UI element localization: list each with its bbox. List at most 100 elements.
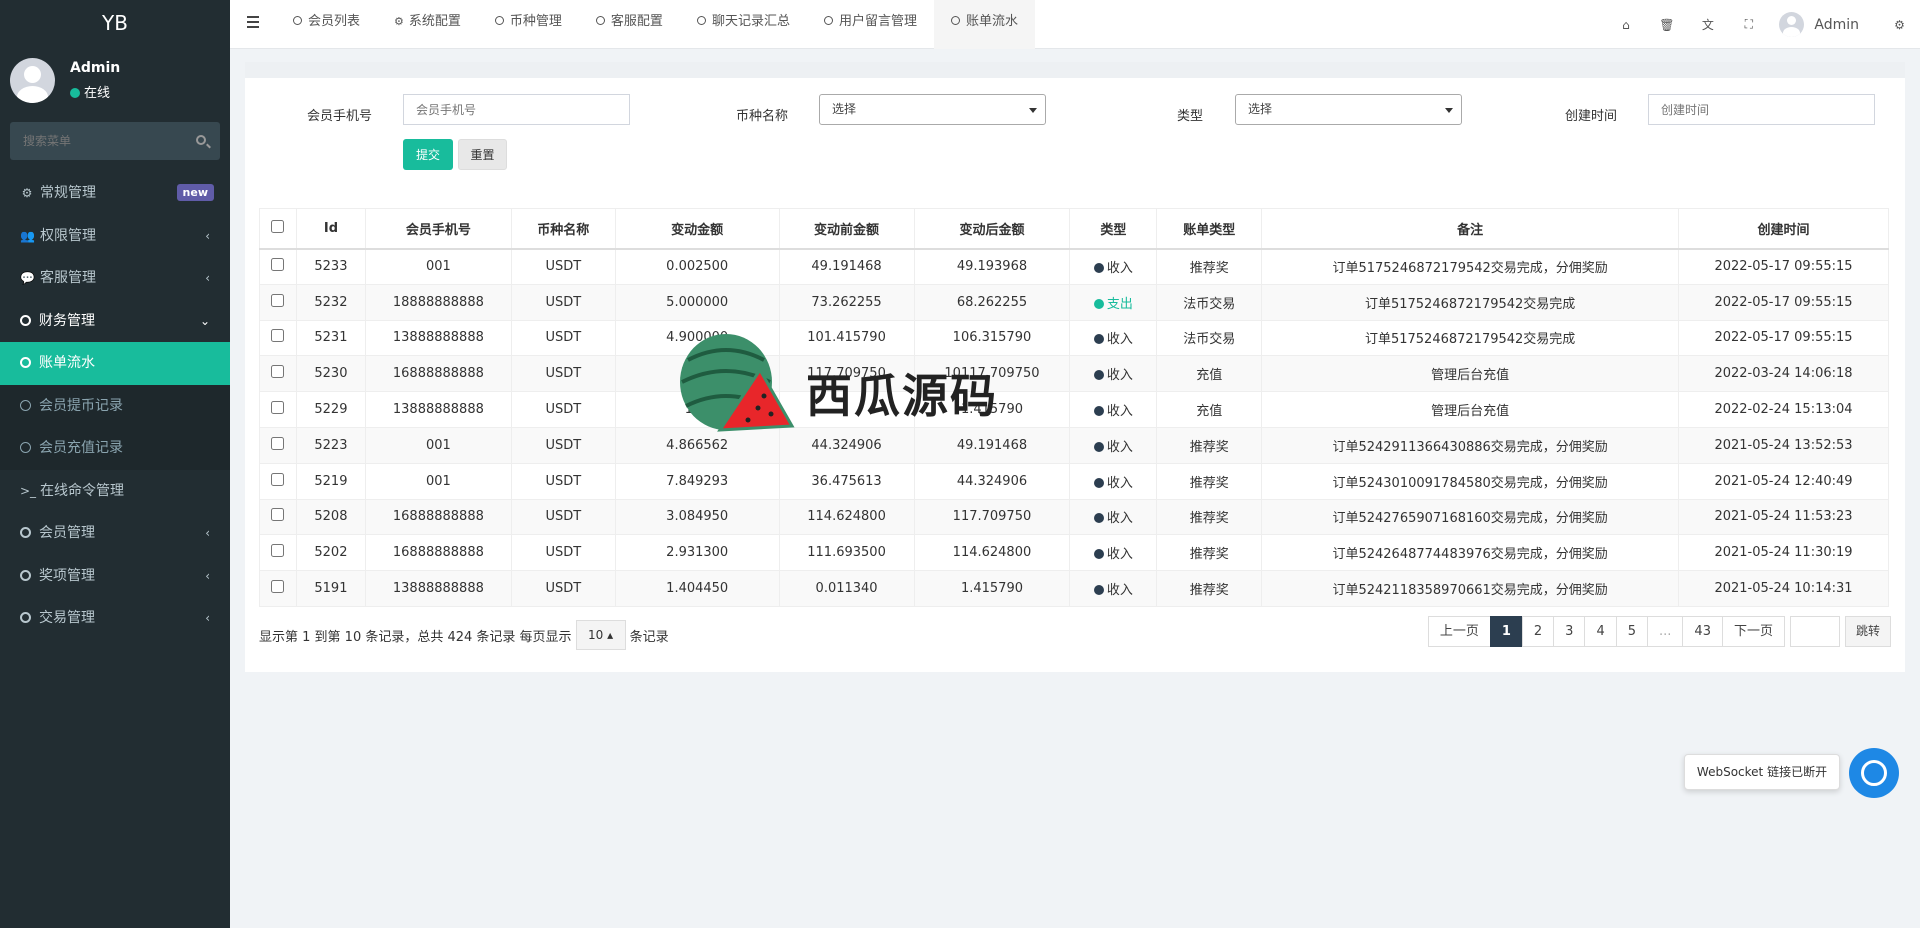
- col-before[interactable]: 变动前金额: [778, 208, 915, 250]
- type-badge: 收入: [1093, 261, 1133, 276]
- caret-down-icon: [1445, 108, 1453, 113]
- row-checkbox[interactable]: [271, 401, 285, 415]
- sidebar-item-service[interactable]: 💬 客服管理 ‹: [0, 257, 230, 300]
- sidebar-item-prize[interactable]: 奖项管理 ‹: [0, 555, 230, 598]
- page-1[interactable]: 1: [1489, 616, 1523, 647]
- col-coin[interactable]: 币种名称: [510, 208, 616, 250]
- cell-amount: 3.084950: [614, 498, 780, 536]
- user-avatar[interactable]: [1779, 12, 1805, 37]
- page-2[interactable]: 2: [1521, 616, 1555, 647]
- tab-member-list[interactable]: 会员列表: [276, 0, 377, 49]
- trash-icon[interactable]: 🗑: [1646, 18, 1687, 32]
- row-checkbox[interactable]: [271, 293, 285, 307]
- cell-coin: USDT: [510, 283, 616, 321]
- row-checkbox[interactable]: [271, 258, 285, 272]
- cell-type: 收入: [1069, 248, 1158, 285]
- topbar: 会员列表 ⚙ 系统配置 币种管理 客服配置 聊天记录汇总 用户留言管理 账单流水 …: [230, 0, 1920, 49]
- tab-service-config[interactable]: 客服配置: [579, 0, 680, 49]
- cell-bill: 推荐奖: [1156, 534, 1263, 572]
- row-checkbox[interactable]: [271, 544, 285, 558]
- circle-icon: [595, 16, 605, 25]
- watermelon-logo-icon: [680, 334, 795, 432]
- table-row[interactable]: 5223 001 USDT 4.866562 44.324906 49.191468 收入推…: [259, 426, 1889, 464]
- submit-button[interactable]: 提交: [403, 139, 453, 170]
- menu-search-input[interactable]: [10, 122, 220, 160]
- type-select[interactable]: 选择: [1235, 94, 1462, 125]
- col-bill-type[interactable]: 账单类型: [1156, 208, 1263, 250]
- settings-icon[interactable]: ⚙: [1879, 18, 1920, 32]
- sidebar-item-finance[interactable]: 财务管理 ⌄: [0, 300, 230, 343]
- table-row[interactable]: 5231 13888888888 USDT 4.900000 101.415790 106…: [259, 319, 1889, 357]
- translate-icon[interactable]: 文: [1687, 16, 1728, 33]
- table-row[interactable]: 5208 16888888888 USDT 3.084950 114.624800 117…: [259, 498, 1889, 536]
- cell-remark: 订单5242118358970661交易完成，分佣奖励: [1261, 570, 1680, 607]
- cell-bill: 充值: [1156, 391, 1263, 428]
- next-page-button[interactable]: 下一页: [1721, 616, 1785, 647]
- col-amount[interactable]: 变动金额: [614, 208, 780, 250]
- row-checkbox[interactable]: [271, 580, 285, 594]
- row-checkbox[interactable]: [271, 508, 285, 522]
- cell-after: 1.415790: [913, 570, 1071, 607]
- table-row[interactable]: 523016888888888USDT1000117.70975010117.7…: [259, 355, 1889, 393]
- sidebar-item-auth[interactable]: 👥 权限管理 ‹: [0, 215, 230, 258]
- col-phone[interactable]: 会员手机号: [364, 208, 512, 250]
- time-input[interactable]: [1648, 94, 1875, 125]
- home-icon[interactable]: ⌂: [1605, 18, 1646, 32]
- fullscreen-icon[interactable]: ⛶: [1728, 17, 1769, 32]
- sidebar-item-member[interactable]: 会员管理 ‹: [0, 512, 230, 555]
- tab-coin-management[interactable]: 币种管理: [478, 0, 579, 49]
- menu-toggle-icon[interactable]: [247, 16, 259, 31]
- select-all-checkbox[interactable]: [271, 219, 285, 233]
- search-icon[interactable]: [196, 135, 206, 145]
- row-checkbox[interactable]: [271, 329, 285, 343]
- jump-button[interactable]: 跳转: [1844, 616, 1891, 647]
- chat-bubble-button[interactable]: [1849, 748, 1899, 798]
- sidebar-item-online-cmd[interactable]: >_ 在线命令管理: [0, 470, 230, 513]
- cell-phone: 18888888888: [364, 283, 512, 321]
- page-5[interactable]: 5: [1615, 616, 1649, 647]
- sidebar-item-withdraw-records[interactable]: 会员提币记录: [0, 385, 230, 428]
- cell-bill: 充值: [1156, 355, 1263, 393]
- table-row[interactable]: 522913888888888USDT1001.415790收入充值管理后台充值…: [259, 391, 1889, 428]
- table-row[interactable]: 5233 001 USDT 0.002500 49.191468 49.193968 收入 推…: [259, 248, 1889, 285]
- col-type[interactable]: 类型: [1069, 208, 1158, 250]
- table-row[interactable]: 5202 16888888888 USDT 2.931300 111.693500 114…: [259, 534, 1889, 572]
- page-43[interactable]: 43: [1682, 616, 1723, 647]
- table-row[interactable]: 5191 13888888888 USDT 1.404450 0.011340 1.415…: [259, 570, 1889, 607]
- select-all-cell: [259, 208, 297, 250]
- col-time[interactable]: 创建时间: [1678, 208, 1889, 250]
- col-after[interactable]: 变动后金额: [913, 208, 1071, 250]
- prev-page-button[interactable]: 上一页: [1427, 616, 1491, 647]
- page-3[interactable]: 3: [1553, 616, 1586, 647]
- row-checkbox[interactable]: [271, 472, 285, 486]
- topbar-user-name[interactable]: Admin: [1814, 17, 1859, 33]
- phone-input[interactable]: [403, 94, 630, 125]
- table-row[interactable]: 5219 001 USDT 7.849293 36.475613 44.324906 收入 推…: [259, 462, 1889, 500]
- sidebar-item-recharge-records[interactable]: 会员充值记录: [0, 427, 230, 470]
- type-text: 收入: [1106, 583, 1133, 599]
- cell-type: 收入: [1069, 426, 1158, 464]
- col-remark[interactable]: 备注: [1261, 208, 1680, 250]
- coin-select[interactable]: 选择: [819, 94, 1046, 125]
- page-size-select[interactable]: 10 ▴: [575, 620, 626, 650]
- table-row[interactable]: 5232 18888888888 USDT 5.000000 73.262255 68.2…: [259, 283, 1889, 321]
- tab-chat-summary[interactable]: 聊天记录汇总: [680, 0, 807, 49]
- row-checkbox[interactable]: [271, 365, 285, 379]
- cell-bill: 推荐奖: [1156, 426, 1263, 464]
- tab-user-messages[interactable]: 用户留言管理: [807, 0, 934, 49]
- sidebar-item-trade[interactable]: 交易管理 ‹: [0, 597, 230, 640]
- row-checkbox[interactable]: [271, 436, 285, 450]
- sidebar-item-bill-flow[interactable]: 账单流水: [0, 342, 230, 385]
- jump-page-input[interactable]: [1789, 616, 1840, 647]
- tab-bill-flow[interactable]: 账单流水: [933, 0, 1035, 49]
- online-status-icon: [70, 88, 80, 98]
- page-4[interactable]: 4: [1584, 616, 1617, 647]
- sidebar-item-general[interactable]: ⚙ 常规管理 new: [0, 172, 230, 215]
- logo[interactable]: YB: [0, 0, 230, 46]
- chevron-left-icon: ‹: [205, 611, 210, 625]
- tab-system-config[interactable]: ⚙ 系统配置: [377, 0, 478, 49]
- reset-button[interactable]: 重置: [458, 139, 507, 170]
- col-id[interactable]: Id: [295, 208, 366, 250]
- type-text: 收入: [1106, 404, 1133, 420]
- cell-bill: 推荐奖: [1156, 248, 1263, 285]
